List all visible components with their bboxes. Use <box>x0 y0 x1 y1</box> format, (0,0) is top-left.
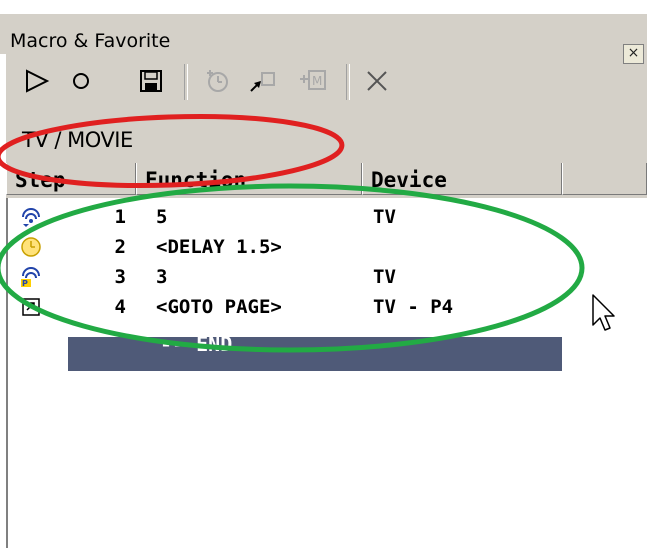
play-button[interactable] <box>20 64 54 98</box>
clock-icon <box>21 237 41 257</box>
end-row[interactable]: -- END <box>68 337 562 371</box>
step-number: 1 <box>114 206 126 228</box>
table-row[interactable]: 1 5 TV <box>8 202 608 232</box>
delete-icon <box>367 71 387 91</box>
table-row[interactable]: 2 <DELAY 1.5> <box>8 232 608 262</box>
table-row[interactable]: 4 <GOTO PAGE> TV - P4 <box>8 292 608 322</box>
step-number: 2 <box>114 236 126 258</box>
svg-text:P: P <box>22 279 28 288</box>
table-row[interactable]: P 3 3 TV <box>8 262 608 292</box>
device-cell: TV - P4 <box>373 296 454 318</box>
function-cell: <GOTO PAGE> <box>156 296 282 318</box>
save-button[interactable] <box>134 64 168 98</box>
function-cell: 5 <box>156 206 168 228</box>
add-macro-button[interactable]: M <box>296 64 330 98</box>
step-number: 4 <box>114 296 126 318</box>
record-button[interactable] <box>64 64 98 98</box>
add-delay-icon <box>207 70 228 92</box>
svg-text:M: M <box>312 74 322 88</box>
add-macro-icon: M <box>300 70 326 90</box>
ir-signal-p-icon: P <box>21 267 40 288</box>
function-cell: <DELAY 1.5> <box>156 236 282 258</box>
group-label: TV / MOVIE <box>22 128 133 152</box>
function-cell: 3 <box>156 266 168 288</box>
play-icon <box>26 69 50 93</box>
toolbar: M <box>6 58 647 112</box>
column-header-blank <box>562 163 647 195</box>
mouse-cursor-icon <box>592 294 615 331</box>
step-number: 3 <box>114 266 126 288</box>
macro-step-list: 1 5 TV 2 <DELAY 1.5> P 3 3 TV 4 <GOTO PA… <box>6 198 647 548</box>
toolbar-separator <box>184 64 188 100</box>
record-icon <box>73 73 89 89</box>
column-header-device[interactable]: Device <box>362 163 562 195</box>
goto-page-icon <box>22 298 40 316</box>
title-bar: Macro & Favorite × <box>0 14 647 64</box>
save-icon <box>140 70 162 92</box>
add-jump-button[interactable] <box>246 64 280 98</box>
end-label: -- END <box>160 337 233 356</box>
ir-signal-icon <box>22 208 40 227</box>
device-cell: TV <box>373 206 396 228</box>
device-cell: TV <box>373 266 396 288</box>
column-header-function[interactable]: Function <box>136 163 362 195</box>
add-jump-icon <box>250 72 275 92</box>
column-header-step[interactable]: Step <box>6 163 136 195</box>
toolbar-separator <box>346 64 350 100</box>
delete-button[interactable] <box>360 64 394 98</box>
window-title: Macro & Favorite <box>10 30 171 52</box>
add-delay-button[interactable] <box>200 64 234 98</box>
list-header: Step Function Device <box>6 163 647 197</box>
